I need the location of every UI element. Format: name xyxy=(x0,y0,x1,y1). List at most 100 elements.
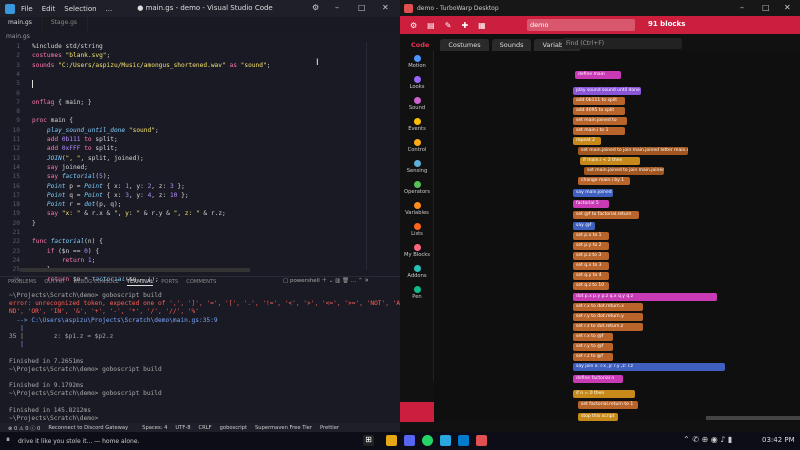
tw-close-icon[interactable]: ✕ xyxy=(784,3,791,12)
code-block[interactable]: if main.i < 2 then xyxy=(580,157,640,165)
code-block[interactable]: set r.y to dot.return.y xyxy=(573,313,643,321)
vscode-taskbar-icon[interactable] xyxy=(458,435,469,446)
code-block[interactable]: play sound sound until done xyxy=(573,87,641,95)
code-block[interactable]: set r.y to @f xyxy=(573,343,613,351)
code-block[interactable]: add 4095 to split xyxy=(573,107,625,115)
code-block[interactable]: dot p.x p.y p.z q.x q.y q.z xyxy=(573,293,717,301)
code-block[interactable]: set factorial.return to 1 xyxy=(578,401,638,409)
code-line[interactable]: 16 Point p = Point { x: 1, y: 2, z: 3 }; xyxy=(0,182,392,191)
code-line[interactable]: 21 xyxy=(0,228,392,237)
code-line[interactable]: 3 sounds "C:/Users/aspizu/Music/amongus_s… xyxy=(0,61,392,70)
code-line[interactable]: 12 add 0xFFF to split; xyxy=(0,144,392,153)
tab-code[interactable]: Code xyxy=(403,39,438,51)
menu-more[interactable]: ... xyxy=(106,5,113,13)
tab-costumes[interactable]: Costumes xyxy=(440,39,489,51)
code-block[interactable]: add 0b111 to split xyxy=(573,97,625,105)
code-block[interactable]: set main.joined to join main.joined spli… xyxy=(584,167,664,175)
workspace-scrollbar[interactable] xyxy=(706,416,800,420)
category-control[interactable]: Control xyxy=(400,139,434,153)
code-block[interactable]: set r.z to @f xyxy=(573,353,613,361)
horizontal-scrollbar[interactable] xyxy=(20,268,250,272)
tw-maximize-icon[interactable]: □ xyxy=(762,3,770,12)
tab-stage-gs[interactable]: Stage.gs xyxy=(43,17,89,31)
status-encoding[interactable]: UTF-8 xyxy=(175,425,190,431)
tab-terminal[interactable]: TERMINAL xyxy=(126,279,154,286)
status-problems[interactable]: ⊗ 0 ⚠ 0 ⓘ 0 xyxy=(8,425,40,432)
code-line[interactable]: 11 add 0b111 to split; xyxy=(0,135,392,144)
addons-puzzle-icon[interactable]: ✚ xyxy=(461,21,468,30)
settings-icon[interactable]: ⚙ xyxy=(410,21,417,30)
packager-icon[interactable]: ▦ xyxy=(478,21,486,30)
tab-main-gs[interactable]: main.gs xyxy=(0,17,43,31)
start-icon[interactable]: ⊞ xyxy=(363,435,374,446)
code-block[interactable]: define main xyxy=(575,71,621,79)
find-input[interactable]: Find (Ctrl+F) xyxy=(562,38,682,49)
code-block[interactable]: set p.y to 2 xyxy=(573,242,609,250)
category-events[interactable]: Events xyxy=(400,118,434,132)
code-block[interactable]: set main.joined to join main.joined lett… xyxy=(578,147,688,155)
category-sensing[interactable]: Sensing xyxy=(400,160,434,174)
code-block[interactable]: set r.z to dot.return.z xyxy=(573,323,643,331)
status-supermaven[interactable]: Supermaven Free Tier xyxy=(255,425,312,431)
file-icon[interactable]: ▤ xyxy=(427,21,435,30)
tw-minimize-icon[interactable]: – xyxy=(740,3,744,12)
code-line[interactable]: 15 say factorial(5); xyxy=(0,172,392,181)
code-line[interactable]: 13 JOIN(", ", split, joined); xyxy=(0,154,392,163)
code-block[interactable]: factorial 5 xyxy=(573,200,609,208)
category-looks[interactable]: Looks xyxy=(400,76,434,90)
code-line[interactable]: 9 proc main { xyxy=(0,116,392,125)
tab-ports[interactable]: PORTS xyxy=(161,279,178,285)
code-line[interactable]: 20} xyxy=(0,219,392,228)
status-prettier[interactable]: Prettier xyxy=(320,425,339,431)
file-explorer-icon[interactable] xyxy=(386,435,397,446)
code-block[interactable]: set main.i to 1 xyxy=(573,127,625,135)
discord-icon[interactable] xyxy=(404,435,415,446)
code-block[interactable]: set r.x to @f xyxy=(573,333,613,341)
code-block[interactable]: say join x: r.x ,y: r.y ,z: r.z xyxy=(573,363,725,371)
category-my-blocks[interactable]: My Blocks xyxy=(400,244,434,258)
terminal-output[interactable]: ~\Projects\Scratch\demo> goboscript buil… xyxy=(0,292,400,432)
menu-selection[interactable]: Selection xyxy=(64,5,96,13)
code-line[interactable]: 24 return 1; xyxy=(0,256,392,265)
maximize-icon[interactable]: □ xyxy=(358,3,366,12)
status-language[interactable]: goboscript xyxy=(220,425,247,431)
code-line[interactable]: 4 xyxy=(0,70,392,79)
code-line[interactable]: 23 if ($n == 0) { xyxy=(0,247,392,256)
code-line[interactable]: 22 func factorial(n) { xyxy=(0,237,392,246)
code-block[interactable]: set p.x to 1 xyxy=(573,232,609,240)
breadcrumb[interactable]: main.gs xyxy=(6,33,30,40)
code-block[interactable]: set r.x to dot.return.x xyxy=(573,303,643,311)
settings-gear-icon[interactable]: ⚙ xyxy=(312,3,319,12)
code-block[interactable]: say main.joined xyxy=(573,189,613,197)
code-line[interactable]: 17 Point q = Point { x: 3, y: 4, z: 10 }… xyxy=(0,191,392,200)
status-discord[interactable]: Reconnect to Discord Gateway xyxy=(48,425,128,431)
menu-file[interactable]: File xyxy=(21,5,33,13)
edit-pencil-icon[interactable]: ✎ xyxy=(445,21,452,30)
category-sound[interactable]: Sound xyxy=(400,97,434,111)
status-indent[interactable]: Spaces: 4 xyxy=(142,425,167,431)
category-pen[interactable]: Pen xyxy=(400,286,434,300)
code-block[interactable]: define factorial n xyxy=(573,375,623,383)
tab-debug-console[interactable]: DEBUG CONSOLE xyxy=(73,279,118,285)
code-line[interactable]: 14 say joined; xyxy=(0,163,392,172)
terminal-shell-label[interactable]: ▢ powershell ＋ ⌄ ▥ 🗑 … ⌃ ✕ xyxy=(283,276,369,284)
project-name-input[interactable]: demo xyxy=(527,19,635,31)
code-line[interactable]: 8 xyxy=(0,107,392,116)
tab-sounds[interactable]: Sounds xyxy=(491,39,532,51)
category-motion[interactable]: Motion xyxy=(400,55,434,69)
code-line[interactable]: 2 costumes "blank.svg"; xyxy=(0,51,392,60)
telegram-icon[interactable] xyxy=(440,435,451,446)
code-block[interactable]: set @f to factorial.return xyxy=(573,211,639,219)
code-line[interactable]: 6 xyxy=(0,89,392,98)
code-block[interactable]: change main.i by 1 xyxy=(578,177,630,185)
code-line[interactable]: 1 %include std/string xyxy=(0,42,392,51)
code-block[interactable]: say @f xyxy=(573,222,595,230)
tray-icons[interactable]: ⌃ ✆ ⊕ ◉ ♪ ▮ xyxy=(683,435,732,444)
menu-edit[interactable]: Edit xyxy=(42,5,56,13)
code-block[interactable]: set p.z to 3 xyxy=(573,252,609,260)
code-line[interactable]: 18 Point r = dot(p, q); xyxy=(0,200,392,209)
turbowarp-taskbar-icon[interactable] xyxy=(476,435,487,446)
close-icon[interactable]: ✕ xyxy=(382,3,389,12)
code-block[interactable]: if n = 0 then xyxy=(573,390,635,398)
code-line[interactable]: 19 say "x: " & r.x & ", y: " & r.y & ", … xyxy=(0,209,392,218)
